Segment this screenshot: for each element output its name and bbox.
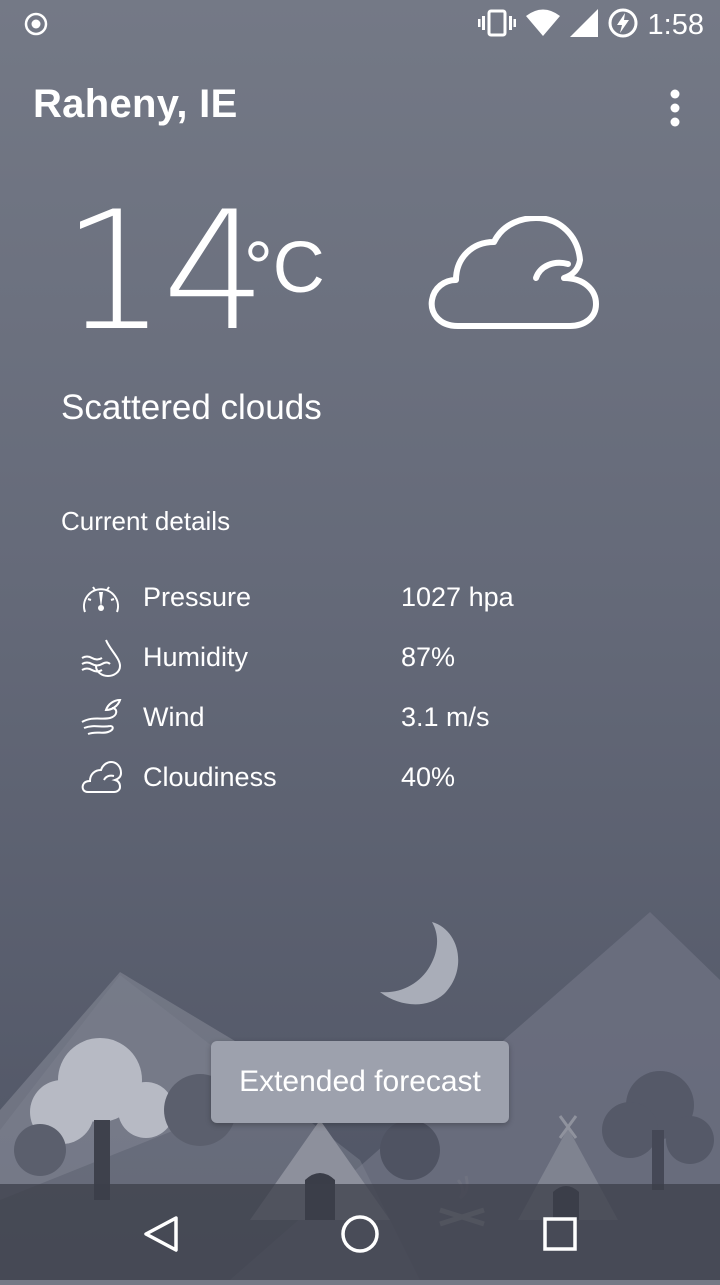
extended-forecast-toast[interactable]: Extended forecast (211, 1041, 509, 1123)
detail-value: 1027 hpa (401, 582, 514, 612)
signal-icon (569, 9, 598, 42)
cloud-icon (428, 215, 600, 337)
more-vert-icon[interactable] (660, 86, 690, 130)
status-time: 1:58 (647, 9, 704, 41)
home-icon[interactable] (332, 1206, 388, 1262)
app-bar: Raheny, IE (0, 60, 720, 156)
cloudiness-icon (80, 758, 123, 798)
detail-row-wind: Wind 3.1 m/s (80, 698, 640, 738)
battery-charging-icon (608, 8, 638, 43)
status-icons: 1:58 (477, 8, 704, 43)
back-icon[interactable] (132, 1206, 188, 1262)
recents-icon[interactable] (532, 1206, 588, 1262)
vibrate-icon (477, 8, 516, 43)
detail-row-cloudiness: Cloudiness 40% (80, 758, 640, 798)
wifi-icon (525, 9, 560, 42)
detail-label: Pressure (143, 582, 252, 612)
status-bar: 1:58 (0, 0, 720, 50)
detail-label: Humidity (143, 642, 249, 672)
humidity-icon (80, 638, 122, 678)
detail-value: 87% (401, 642, 456, 672)
detail-row-pressure: Pressure 1027 hpa (80, 578, 640, 618)
pressure-gauge-icon (80, 578, 122, 618)
details-title: Current details (61, 506, 231, 536)
record-icon (24, 12, 48, 41)
temperature-value: 14 (62, 176, 267, 367)
detail-label: Cloudiness (143, 762, 277, 792)
temperature-unit: °C (244, 228, 325, 308)
detail-value: 3.1 m/s (401, 702, 490, 732)
wind-icon (80, 698, 122, 738)
location-title: Raheny, IE (33, 82, 238, 126)
detail-value: 40% (401, 762, 456, 792)
detail-label: Wind (143, 702, 205, 732)
navigation-bar (0, 1184, 720, 1280)
detail-row-humidity: Humidity 87% (80, 638, 640, 678)
weather-description: Scattered clouds (61, 388, 322, 427)
